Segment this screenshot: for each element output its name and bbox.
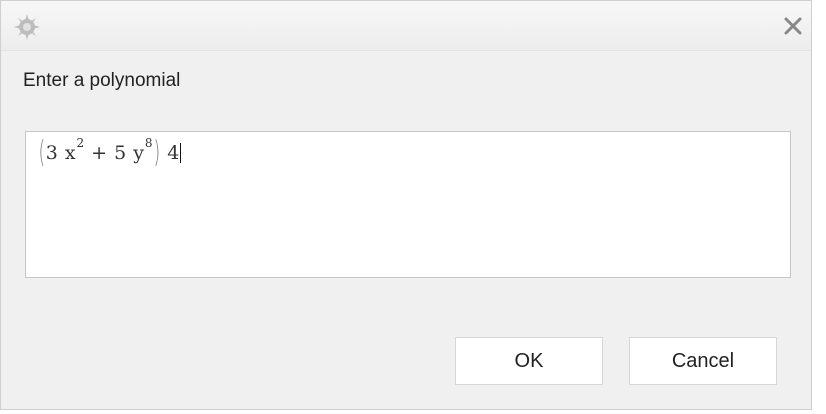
dialog-titlebar[interactable] (1, 1, 811, 51)
variable-1: x (64, 142, 76, 164)
coefficient-2: 5 (114, 142, 127, 164)
polynomial-expression: ( 3 x 2 + 5 y 8 ) 4 (38, 135, 182, 170)
ok-button[interactable]: OK (455, 337, 603, 385)
close-icon[interactable] (781, 14, 805, 38)
polynomial-input[interactable]: ( 3 x 2 + 5 y 8 ) 4 (25, 131, 791, 278)
text-caret (180, 143, 182, 163)
polynomial-dialog: Enter a polynomial ( 3 x 2 + 5 y 8 ) 4 O… (0, 0, 812, 410)
exponent-1: 2 (76, 136, 85, 150)
prompt-label: Enter a polynomial (23, 70, 181, 91)
coefficient-1: 3 (45, 142, 58, 164)
plus-operator: + (91, 142, 108, 164)
cancel-button[interactable]: Cancel (629, 337, 777, 385)
gear-icon (12, 12, 42, 42)
exponent-2: 8 (144, 136, 153, 150)
close-paren: ) (153, 135, 160, 170)
open-paren: ( (38, 135, 46, 170)
tail-term: 4 (167, 142, 180, 164)
variable-2: y (133, 142, 144, 164)
